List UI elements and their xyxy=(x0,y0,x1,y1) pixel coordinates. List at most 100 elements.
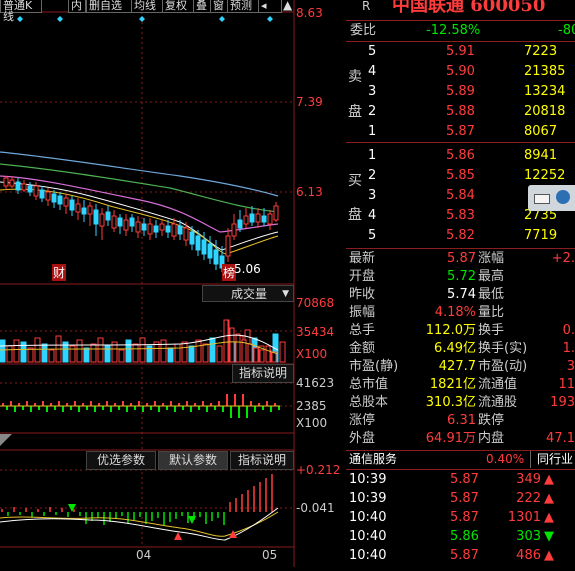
stat-value: 64.91万 xyxy=(425,431,476,446)
toolbar-inner-button[interactable]: 内 xyxy=(68,0,86,13)
indicator-bar xyxy=(70,406,72,410)
scroll-up-arrow-icon[interactable]: ▲ xyxy=(283,0,292,12)
buy-price: 5.86 xyxy=(446,148,475,163)
sell-row[interactable]: 4 5.90 21385 xyxy=(346,63,575,81)
candle-body xyxy=(51,193,57,203)
candle-body xyxy=(261,215,267,223)
x-axis-label: 04 xyxy=(136,548,152,562)
candle-body xyxy=(39,189,45,199)
volume-bar xyxy=(279,341,286,363)
volume-bar xyxy=(253,347,259,363)
toggle-icon xyxy=(556,190,570,204)
volume-axis-label: 70868 xyxy=(296,296,335,310)
volume-bar xyxy=(209,337,216,363)
stat-row: 总股本 310.3亿 流通股 193 xyxy=(346,394,575,412)
volume-indicator-dropdown[interactable]: 成交量 ▼ xyxy=(202,285,294,302)
sell-volume: 20818 xyxy=(524,104,566,119)
stat-label-right: 流通股 xyxy=(478,395,518,410)
candle-body xyxy=(153,225,159,233)
volume-bar xyxy=(76,339,83,363)
buy-row[interactable]: 1 5.86 8941 xyxy=(346,147,575,165)
indicator-bar xyxy=(54,406,56,410)
indicator-bar xyxy=(30,406,32,412)
industry-row[interactable]: 通信服务 0.40% 同行业 xyxy=(346,451,575,468)
sell-row[interactable]: 5 5.91 7223 xyxy=(346,43,575,61)
volume-bar xyxy=(125,339,132,363)
candle-body xyxy=(207,243,213,259)
candle-body xyxy=(195,235,201,251)
industry-label: 通信服务 xyxy=(349,452,398,466)
indicator-bar xyxy=(110,406,112,412)
stat-value: 310.3亿 xyxy=(425,395,476,410)
stat-row: 金额 6.49亿 换手(实) 1. xyxy=(346,340,575,358)
tab-default-params[interactable]: 默认参数 xyxy=(158,451,228,470)
indicator-bar xyxy=(118,406,120,410)
stat-label: 昨收 xyxy=(349,287,376,302)
arrow-up-icon: ▲ xyxy=(544,548,554,563)
marker-diamond-icon xyxy=(267,16,273,22)
ma-button[interactable]: 均线 xyxy=(131,0,165,13)
tick-row: 10:40 5.86 303 ▼ xyxy=(346,528,575,546)
indicator-bar xyxy=(234,394,236,406)
volume-bar xyxy=(13,339,20,363)
stat-label-right: 市盈(动) xyxy=(478,359,528,374)
arrow-up-icon: ▲ xyxy=(544,510,554,525)
stat-value-right: 1. xyxy=(562,341,575,356)
stat-label: 总手 xyxy=(349,323,376,338)
remove-watchlist-button[interactable]: 删自选 xyxy=(86,0,134,13)
stat-value-right: 0. xyxy=(562,323,575,338)
sell-row[interactable]: 2 5.88 20818 xyxy=(346,103,575,121)
indicator-bar xyxy=(182,406,184,410)
tick-price: 5.86 xyxy=(450,529,479,544)
candle-body xyxy=(237,219,243,229)
indicator-bar xyxy=(62,406,64,412)
buy-level: 5 xyxy=(368,228,377,243)
tick-row: 10:40 5.87 1301 ▲ xyxy=(346,509,575,527)
candle-body xyxy=(135,221,141,233)
price-axis-label: 6.13 xyxy=(296,185,323,199)
sell-price: 5.91 xyxy=(446,44,475,59)
indicator-help-button[interactable]: 指标说明 xyxy=(232,364,294,383)
tick-volume: 1301 xyxy=(507,510,541,525)
forecast-button[interactable]: 预测 xyxy=(227,0,261,13)
candle-body xyxy=(267,213,273,225)
candle-body xyxy=(111,215,117,229)
candle-body xyxy=(231,223,237,237)
stat-value: 1821亿 xyxy=(429,377,476,392)
kline-chart-area[interactable]: 普通K线 内 删自选 均线 复权 叠 窗 预测 ◂ ▲ 8.63 7.39 6.… xyxy=(0,0,346,567)
buy-row[interactable]: 2 5.85 12252 xyxy=(346,167,575,185)
arrow-up-icon: ▲ xyxy=(544,491,554,506)
volume-bar xyxy=(181,341,188,363)
sell-level: 4 xyxy=(368,64,377,79)
indicator-bar xyxy=(174,406,176,412)
candle-body xyxy=(249,213,255,223)
tab-optimized-params[interactable]: 优选参数 xyxy=(86,451,156,470)
kline-type-button[interactable]: 普通K线 xyxy=(0,0,42,22)
floating-widget[interactable] xyxy=(528,185,575,211)
buy-level: 4 xyxy=(368,208,377,223)
stat-label-right: 跌停 xyxy=(478,413,505,428)
toolbar-more-button[interactable]: ◂ xyxy=(258,0,282,13)
tick-volume: 222 xyxy=(516,491,541,506)
buy-row[interactable]: 5 5.82 7719 xyxy=(346,227,575,245)
sell-price: 5.89 xyxy=(446,84,475,99)
stat-label-right: 最高 xyxy=(478,269,505,284)
buy-level: 1 xyxy=(368,148,377,163)
weibi-label: 委比 xyxy=(350,23,377,38)
tick-price: 5.87 xyxy=(450,491,479,506)
adjust-button[interactable]: 复权 xyxy=(162,0,196,13)
sell-row[interactable]: 3 5.89 13234 xyxy=(346,83,575,101)
stat-label: 总市值 xyxy=(349,377,389,392)
volume-bar xyxy=(223,319,229,363)
volume-indicator-label: 成交量 xyxy=(231,287,268,301)
low-price-label: 5.06 xyxy=(234,262,261,276)
indicator-bar xyxy=(222,406,224,412)
volume-bar xyxy=(235,333,241,363)
candle-body xyxy=(123,219,129,231)
peer-industry-link[interactable]: 同行业 xyxy=(530,451,573,468)
sell-row[interactable]: 1 5.87 8067 xyxy=(346,123,575,141)
tab-indicator-help[interactable]: 指标说明 xyxy=(230,451,294,470)
finance-marker[interactable]: 财 xyxy=(52,264,67,281)
tick-price: 5.87 xyxy=(450,472,479,487)
tick-price: 5.87 xyxy=(450,510,479,525)
